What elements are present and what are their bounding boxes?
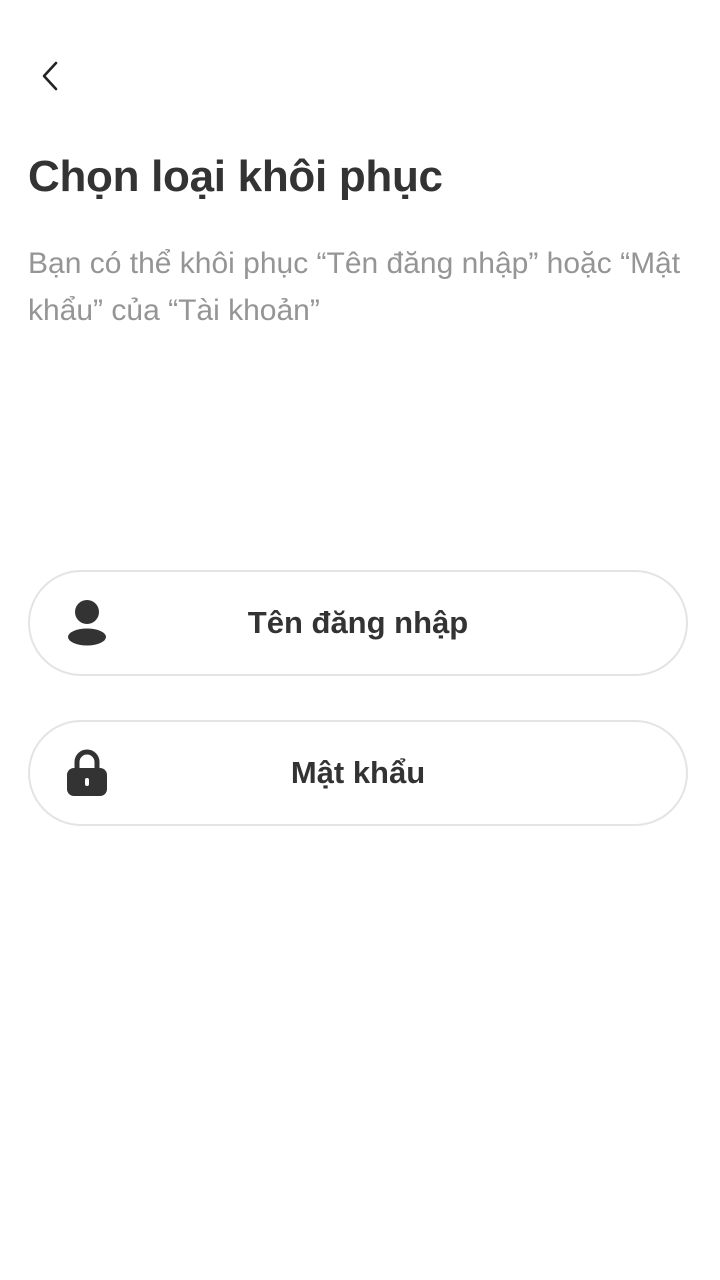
page-title: Chọn loại khôi phục [28, 152, 443, 201]
page-subtitle: Bạn có thể khôi phục “Tên đăng nhập” hoặ… [28, 247, 681, 327]
back-button[interactable] [24, 52, 76, 104]
option-label-password: Mật khẩu [290, 755, 426, 790]
recover-username-button[interactable]: Tên đăng nhập [28, 570, 688, 676]
chevron-left-icon [39, 60, 61, 97]
recover-password-button[interactable]: Mật khẩu [28, 720, 688, 826]
option-label-username: Tên đăng nhập [247, 605, 469, 640]
